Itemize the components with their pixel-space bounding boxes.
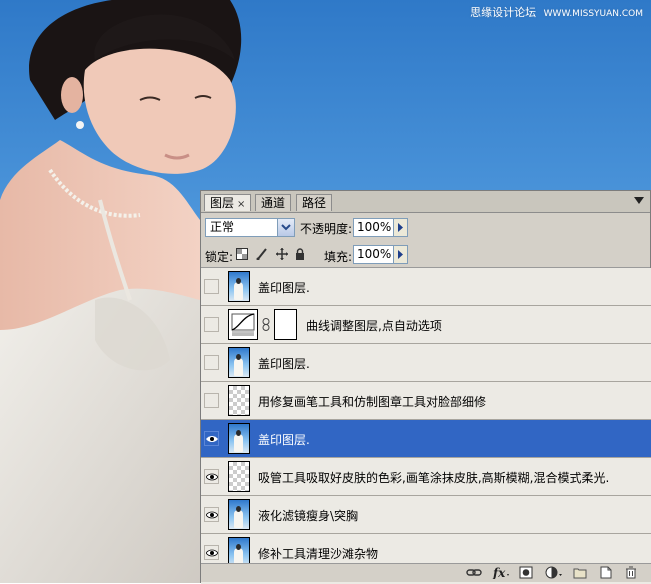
- lock-transparency-icon[interactable]: [236, 248, 248, 263]
- lock-label: 锁定:: [205, 250, 234, 264]
- lock-fill-row: 锁定: 填充: 100%: [201, 243, 650, 268]
- tab-channels-label: 通道: [261, 196, 286, 210]
- fill-arrow-button[interactable]: [393, 245, 408, 264]
- watermark-url: WWW.MISSYUAN.COM: [543, 9, 643, 19]
- tab-close-icon[interactable]: ×: [237, 199, 245, 210]
- eye-icon: [206, 549, 218, 557]
- layer-thumbnail-transparent: [228, 385, 250, 416]
- visibility-toggle-empty[interactable]: [204, 355, 219, 370]
- visibility-toggle-empty[interactable]: [204, 279, 219, 294]
- trash-icon[interactable]: [625, 566, 637, 579]
- chevron-down-icon[interactable]: [277, 219, 294, 236]
- tab-paths[interactable]: 路径: [296, 194, 333, 211]
- layer-thumbnail-image: [228, 271, 250, 302]
- layer-thumbnail-image: [228, 423, 250, 454]
- layers-panel: 图层 × 通道 路径 正常 不透明度: 100% 锁定: 填充: 100% 盖印…: [200, 190, 651, 584]
- tab-paths-label: 路径: [302, 196, 327, 210]
- layer-row[interactable]: 用修复画笔工具和仿制图章工具对脸部细修: [201, 382, 651, 420]
- panel-menu-icon[interactable]: [634, 197, 644, 205]
- layer-name: 用修复画笔工具和仿制图章工具对脸部细修: [258, 395, 487, 409]
- layer-name: 盖印图层.: [258, 281, 310, 295]
- layer-thumbnail-image: [228, 347, 250, 378]
- visibility-toggle[interactable]: [204, 431, 219, 446]
- visibility-toggle[interactable]: [204, 507, 219, 522]
- layer-row[interactable]: 盖印图层.: [201, 344, 651, 382]
- lock-position-icon[interactable]: [275, 248, 288, 263]
- visibility-toggle[interactable]: [204, 545, 219, 560]
- new-group-icon[interactable]: [573, 566, 587, 579]
- watermark-site-name: 思缘设计论坛: [470, 6, 537, 19]
- panel-footer: fx: [201, 563, 651, 582]
- layer-list: 盖印图层. 曲线调整图层,点自动选项 盖印图层. 用修复画笔工具和仿制图章工具对…: [201, 268, 651, 584]
- eye-icon: [206, 436, 218, 442]
- blend-mode-select[interactable]: 正常: [205, 218, 295, 237]
- opacity-label: 不透明度:: [300, 222, 353, 236]
- link-icon[interactable]: [466, 566, 482, 579]
- curves-adjustment-icon: [228, 309, 258, 340]
- lock-options: [236, 248, 309, 262]
- layer-name: 盖印图层.: [258, 357, 310, 371]
- layer-row[interactable]: 曲线调整图层,点自动选项: [201, 306, 651, 344]
- fill-label: 填充:: [324, 250, 353, 264]
- layer-row-selected[interactable]: 盖印图层.: [201, 420, 651, 458]
- new-layer-icon[interactable]: [599, 566, 613, 579]
- tab-layers-label: 图层: [210, 196, 235, 210]
- layer-name: 修补工具清理沙滩杂物: [258, 547, 379, 561]
- layer-row[interactable]: 盖印图层.: [201, 268, 651, 306]
- eye-icon: [206, 511, 218, 519]
- layer-row[interactable]: 液化滤镜瘦身\突胸: [201, 496, 651, 534]
- tab-layers[interactable]: 图层 ×: [204, 194, 252, 211]
- lock-all-icon[interactable]: [295, 248, 305, 263]
- opacity-arrow-button[interactable]: [393, 218, 408, 237]
- layer-mask-thumbnail[interactable]: [274, 309, 297, 340]
- fx-icon[interactable]: fx: [492, 566, 510, 579]
- layer-row[interactable]: 吸管工具吸取好皮肤的色彩,画笔涂抹皮肤,高斯模糊,混合模式柔光.: [201, 458, 651, 496]
- blend-mode-value: 正常: [210, 220, 235, 234]
- watermark: 思缘设计论坛 WWW.MISSYUAN.COM: [470, 4, 643, 20]
- layer-name: 盖印图层.: [258, 433, 310, 447]
- layer-thumbnail-transparent: [228, 461, 250, 492]
- eye-icon: [206, 473, 218, 481]
- layer-thumbnail-image: [228, 499, 250, 530]
- layer-name: 液化滤镜瘦身\突胸: [258, 509, 359, 523]
- chain-link-icon[interactable]: [262, 318, 270, 331]
- layer-name: 曲线调整图层,点自动选项: [306, 319, 442, 333]
- svg-text:fx: fx: [492, 566, 506, 579]
- panel-tab-bar: 图层 × 通道 路径: [201, 191, 650, 213]
- layer-name: 吸管工具吸取好皮肤的色彩,画笔涂抹皮肤,高斯模糊,混合模式柔光.: [258, 471, 610, 485]
- tab-channels[interactable]: 通道: [255, 194, 292, 211]
- lock-image-pixels-icon[interactable]: [256, 248, 268, 263]
- visibility-toggle[interactable]: [204, 469, 219, 484]
- visibility-toggle-empty[interactable]: [204, 317, 219, 332]
- add-mask-icon[interactable]: [519, 566, 533, 579]
- adjustment-layer-icon[interactable]: [545, 566, 563, 579]
- blend-opacity-row: 正常 不透明度: 100%: [201, 213, 650, 241]
- visibility-toggle-empty[interactable]: [204, 393, 219, 408]
